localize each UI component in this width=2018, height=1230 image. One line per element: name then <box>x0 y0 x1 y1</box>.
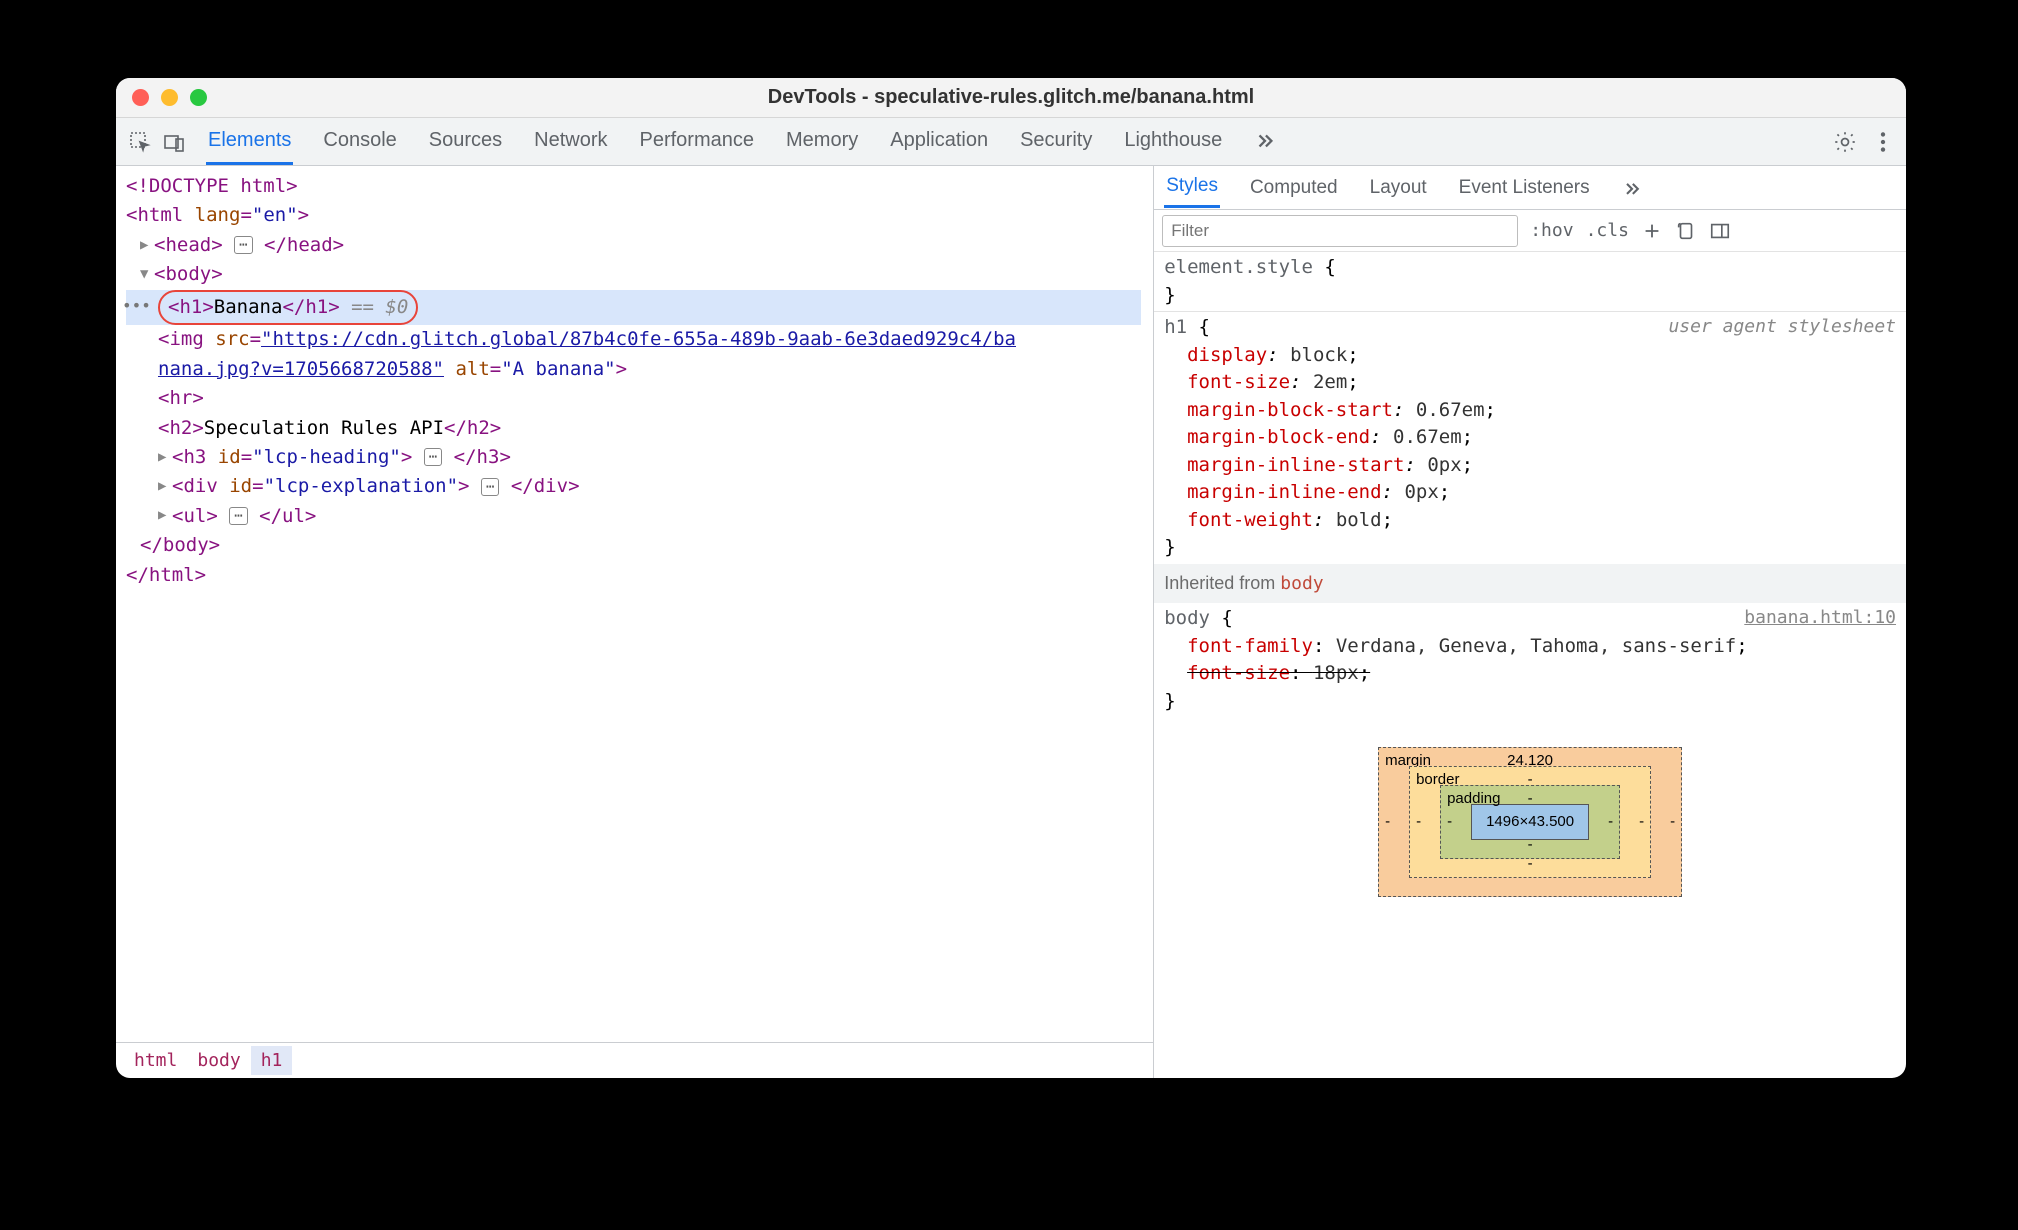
dom-breadcrumb: html body h1 <box>116 1042 1153 1078</box>
dom-tree[interactable]: <!DOCTYPE html> <html lang="en"> <head> … <box>116 166 1153 1042</box>
bm-padding[interactable]: padding - - - - 1496×43.500 <box>1440 785 1620 859</box>
tab-elements[interactable]: Elements <box>206 119 293 165</box>
css-element-style[interactable]: element.style { } <box>1154 252 1906 311</box>
tab-security[interactable]: Security <box>1018 119 1094 165</box>
cls-toggle[interactable]: .cls <box>1586 220 1629 241</box>
dom-panel: <!DOCTYPE html> <html lang="en"> <head> … <box>116 166 1154 1078</box>
row-actions-icon[interactable]: ••• <box>122 294 151 319</box>
dom-doctype[interactable]: <!DOCTYPE html> <box>126 172 1141 201</box>
more-stabs-icon[interactable] <box>1620 170 1644 206</box>
tab-network[interactable]: Network <box>532 119 609 165</box>
maximize-window-button[interactable] <box>190 89 207 106</box>
main-toolbar: Elements Console Sources Network Perform… <box>116 118 1906 166</box>
window-title: DevTools - speculative-rules.glitch.me/b… <box>116 86 1906 109</box>
styles-filter-input[interactable] <box>1162 215 1518 247</box>
bm-margin[interactable]: margin 24.120 - - border - - - - <box>1378 747 1682 897</box>
dom-body-open[interactable]: <body> <box>126 260 1141 289</box>
styles-tabs: Styles Computed Layout Event Listeners <box>1154 166 1906 210</box>
device-toolbar-icon[interactable] <box>160 128 188 156</box>
dom-body-close[interactable]: </body> <box>126 531 1141 560</box>
stab-listeners[interactable]: Event Listeners <box>1457 169 1592 207</box>
stab-styles[interactable]: Styles <box>1164 167 1220 208</box>
tab-sources[interactable]: Sources <box>427 119 504 165</box>
dom-h1-selected[interactable]: •••<h1>Banana</h1> == $0 <box>126 290 1141 325</box>
tab-console[interactable]: Console <box>321 119 398 165</box>
bm-border[interactable]: border - - - - padding - - - <box>1409 766 1651 878</box>
more-menu-icon[interactable] <box>1870 129 1896 155</box>
crumb-h1[interactable]: h1 <box>251 1046 293 1075</box>
ellipsis-icon[interactable]: ⋯ <box>424 448 442 466</box>
ellipsis-icon[interactable]: ⋯ <box>234 236 252 254</box>
crumb-html[interactable]: html <box>124 1046 187 1075</box>
toggle-sidebar-icon[interactable] <box>1709 220 1731 242</box>
inherited-from-bar: Inherited from body <box>1154 564 1906 603</box>
collapse-icon[interactable] <box>158 476 172 498</box>
css-h1-rule[interactable]: user agent stylesheet h1 { display: bloc… <box>1154 311 1906 564</box>
window-controls <box>132 89 207 106</box>
styles-panel: Styles Computed Layout Event Listeners :… <box>1154 166 1906 1078</box>
crumb-body[interactable]: body <box>187 1046 250 1075</box>
collapse-icon[interactable] <box>140 264 154 286</box>
more-tabs-icon[interactable] <box>1252 119 1278 165</box>
close-window-button[interactable] <box>132 89 149 106</box>
collapse-icon[interactable] <box>140 235 154 257</box>
dom-div[interactable]: <div id="lcp-explanation"> ⋯ </div> <box>126 472 1141 501</box>
dom-img[interactable]: <img src="https://cdn.glitch.global/87b4… <box>126 325 1141 354</box>
dom-html-close[interactable]: </html> <box>126 561 1141 590</box>
stab-computed[interactable]: Computed <box>1248 169 1340 207</box>
dom-head[interactable]: <head> ⋯ </head> <box>126 231 1141 260</box>
css-source-ua: user agent stylesheet <box>1668 314 1896 340</box>
new-style-rule-icon[interactable] <box>1641 220 1663 242</box>
dom-h2[interactable]: <h2>Speculation Rules API</h2> <box>126 414 1141 443</box>
collapse-icon[interactable] <box>158 447 172 469</box>
dom-img-cont[interactable]: nana.jpg?v=1705668720588" alt="A banana"… <box>126 355 1141 384</box>
main-tabs: Elements Console Sources Network Perform… <box>206 119 1278 165</box>
inspect-element-icon[interactable] <box>126 128 154 156</box>
box-model-diagram: margin 24.120 - - border - - - - <box>1154 717 1906 897</box>
dom-ul[interactable]: <ul> ⋯ </ul> <box>126 502 1141 531</box>
settings-icon[interactable] <box>1832 129 1858 155</box>
tab-lighthouse[interactable]: Lighthouse <box>1122 119 1224 165</box>
computed-sidebar-icon[interactable] <box>1675 220 1697 242</box>
dom-hr[interactable]: <hr> <box>126 384 1141 413</box>
css-rules[interactable]: element.style { } user agent stylesheet … <box>1154 252 1906 1078</box>
ellipsis-icon[interactable]: ⋯ <box>481 478 499 496</box>
titlebar: DevTools - speculative-rules.glitch.me/b… <box>116 78 1906 118</box>
tab-memory[interactable]: Memory <box>784 119 860 165</box>
ellipsis-icon[interactable]: ⋯ <box>229 507 247 525</box>
devtools-window: DevTools - speculative-rules.glitch.me/b… <box>116 78 1906 1078</box>
minimize-window-button[interactable] <box>161 89 178 106</box>
stab-layout[interactable]: Layout <box>1368 169 1429 207</box>
css-body-rule[interactable]: banana.html:10 body { font-family: Verda… <box>1154 603 1906 717</box>
collapse-icon[interactable] <box>158 505 172 527</box>
dom-html-open[interactable]: <html lang="en"> <box>126 201 1141 230</box>
css-source-link[interactable]: banana.html:10 <box>1744 605 1896 631</box>
tab-application[interactable]: Application <box>888 119 990 165</box>
hov-toggle[interactable]: :hov <box>1530 220 1573 241</box>
main-content: <!DOCTYPE html> <html lang="en"> <head> … <box>116 166 1906 1078</box>
dom-h3[interactable]: <h3 id="lcp-heading"> ⋯ </h3> <box>126 443 1141 472</box>
styles-toolbar: :hov .cls <box>1154 210 1906 252</box>
tab-performance[interactable]: Performance <box>638 119 757 165</box>
